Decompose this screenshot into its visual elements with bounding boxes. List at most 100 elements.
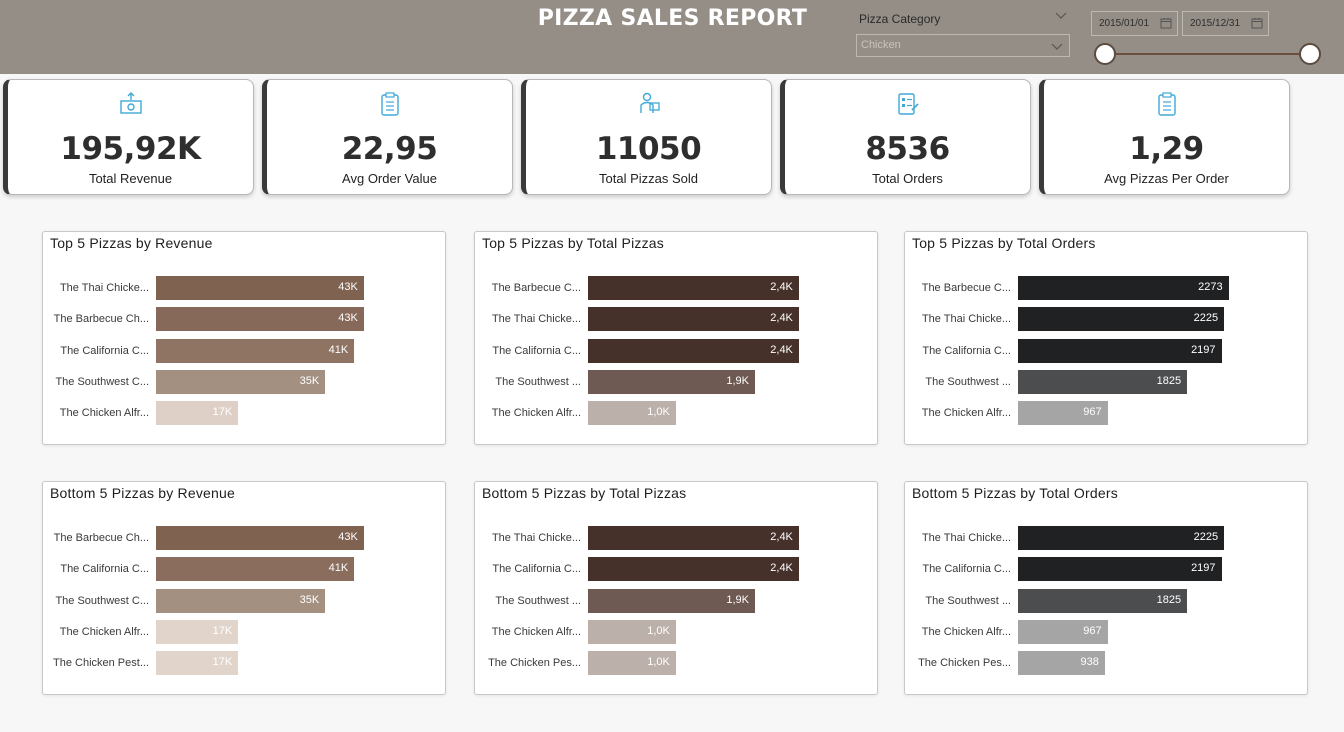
bar[interactable]: 1825 xyxy=(1018,588,1188,613)
bar-value-label: 2197 xyxy=(1191,343,1216,356)
category-label: The Chicken Pes... xyxy=(488,657,581,670)
category-label: The California C... xyxy=(492,344,581,357)
bar-row[interactable]: The Southwest C... 35K xyxy=(43,369,445,394)
bar[interactable]: 2225 xyxy=(1018,526,1225,550)
category-slicer-dropdown[interactable]: Chicken xyxy=(856,34,1070,57)
bar-row[interactable]: The Thai Chicke... 43K xyxy=(43,276,445,300)
bar-row[interactable]: The Southwest ... 1,9K xyxy=(475,588,877,613)
chart-top5-total-pizzas[interactable]: Top 5 Pizzas by Total Pizzas The Barbecu… xyxy=(474,231,878,445)
chart-top5-revenue[interactable]: Top 5 Pizzas by Revenue The Thai Chicke.… xyxy=(42,231,446,445)
chevron-down-icon xyxy=(1051,43,1063,50)
chart-bottom5-total-orders[interactable]: Bottom 5 Pizzas by Total Orders The Thai… xyxy=(904,481,1308,695)
bar[interactable]: 2,4K xyxy=(588,557,799,582)
bar-value-label: 17K xyxy=(212,624,233,637)
bar[interactable]: 41K xyxy=(156,338,355,363)
bar-row[interactable]: The California C... 2,4K xyxy=(475,557,877,582)
kpi-label: Total Pizzas Sold xyxy=(599,171,698,186)
chart-bottom5-total-pizzas[interactable]: Bottom 5 Pizzas by Total Pizzas The Thai… xyxy=(474,481,878,695)
chart-title: Top 5 Pizzas by Revenue xyxy=(50,235,213,251)
bar-row[interactable]: The Chicken Pes... 1,0K xyxy=(475,651,877,676)
bar[interactable]: 1,9K xyxy=(588,588,755,613)
bar[interactable]: 43K xyxy=(156,276,364,300)
chart-title: Bottom 5 Pizzas by Revenue xyxy=(50,485,235,501)
bar-row[interactable]: The Chicken Alfr... 967 xyxy=(905,401,1307,426)
bar[interactable]: 1825 xyxy=(1018,369,1188,394)
kpi-total-pizzas-sold: 11050 Total Pizzas Sold xyxy=(521,79,772,195)
bar[interactable]: 1,9K xyxy=(588,369,755,394)
date-slider-start-handle[interactable] xyxy=(1094,43,1116,65)
bar[interactable]: 43K xyxy=(156,526,364,550)
kpi-value: 1,29 xyxy=(1129,131,1204,167)
bar[interactable]: 2273 xyxy=(1018,276,1229,300)
bar[interactable]: 43K xyxy=(156,307,364,332)
chart-top5-total-orders[interactable]: Top 5 Pizzas by Total Orders The Barbecu… xyxy=(904,231,1308,445)
date-range-slider-track[interactable] xyxy=(1106,53,1309,55)
bar[interactable]: 2197 xyxy=(1018,557,1222,582)
bar[interactable]: 1,0K xyxy=(588,651,676,676)
calendar-icon xyxy=(1251,18,1263,29)
bar-row[interactable]: The Chicken Alfr... 1,0K xyxy=(475,401,877,426)
bar-row[interactable]: The Thai Chicke... 2,4K xyxy=(475,307,877,332)
bar-row[interactable]: The Thai Chicke... 2,4K xyxy=(475,526,877,550)
bar[interactable]: 17K xyxy=(156,651,239,676)
bar-row[interactable]: The Barbecue C... 2273 xyxy=(905,276,1307,300)
bar-row[interactable]: The Thai Chicke... 2225 xyxy=(905,526,1307,550)
bar-row[interactable]: The Chicken Alfr... 1,0K xyxy=(475,619,877,644)
bar[interactable]: 967 xyxy=(1018,619,1108,644)
bar-value-label: 938 xyxy=(1080,656,1099,669)
category-label: The Chicken Alfr... xyxy=(59,625,149,638)
category-slicer-value: Chicken xyxy=(861,39,901,51)
bar[interactable]: 2,4K xyxy=(588,307,799,332)
bar[interactable]: 967 xyxy=(1018,401,1108,426)
bar-value-label: 2273 xyxy=(1198,281,1223,293)
end-date-input[interactable]: 2015/12/31 xyxy=(1182,11,1269,36)
bar-row[interactable]: The California C... 2197 xyxy=(905,338,1307,363)
bar-value-label: 2,4K xyxy=(770,343,793,356)
bar[interactable]: 2,4K xyxy=(588,338,799,363)
bar-row[interactable]: The Chicken Alfr... 967 xyxy=(905,619,1307,644)
bar-row[interactable]: The Southwest ... 1825 xyxy=(905,588,1307,613)
clipboard-icon xyxy=(1157,92,1176,116)
date-slider-end-handle[interactable] xyxy=(1299,43,1321,65)
bar-row[interactable]: The Southwest C... 35K xyxy=(43,588,445,613)
chevron-down-icon[interactable] xyxy=(1054,8,1068,22)
bar-value-label: 2,4K xyxy=(770,312,793,325)
category-label: The Thai Chicke... xyxy=(921,313,1011,326)
bar-row[interactable]: The Southwest ... 1825 xyxy=(905,369,1307,394)
bar[interactable]: 35K xyxy=(156,369,326,394)
bar-row[interactable]: The California C... 41K xyxy=(43,557,445,582)
bar[interactable]: 41K xyxy=(156,557,355,582)
bar[interactable]: 2,4K xyxy=(588,276,799,300)
bar-row[interactable]: The Chicken Pes... 938 xyxy=(905,651,1307,676)
bar-row[interactable]: The Barbecue Ch... 43K xyxy=(43,526,445,550)
bar[interactable]: 2,4K xyxy=(588,526,799,550)
start-date-value: 2015/01/01 xyxy=(1099,18,1150,29)
bar[interactable]: 1,0K xyxy=(588,619,676,644)
bar[interactable]: 35K xyxy=(156,588,326,613)
bar-row[interactable]: The Chicken Alfr... 17K xyxy=(43,619,445,644)
category-label: The Chicken Alfr... xyxy=(59,407,149,420)
bar-row[interactable]: The California C... 2,4K xyxy=(475,338,877,363)
bar-row[interactable]: The Chicken Alfr... 17K xyxy=(43,401,445,426)
bar[interactable]: 2225 xyxy=(1018,307,1225,332)
bar-row[interactable]: The California C... 2197 xyxy=(905,557,1307,582)
bar[interactable]: 17K xyxy=(156,619,239,644)
category-label: The Chicken Pest... xyxy=(53,657,149,670)
category-label: The Barbecue Ch... xyxy=(53,532,149,544)
bar[interactable]: 17K xyxy=(156,401,239,426)
bar[interactable]: 1,0K xyxy=(588,401,676,426)
bar-row[interactable]: The Chicken Pest... 17K xyxy=(43,651,445,676)
start-date-input[interactable]: 2015/01/01 xyxy=(1091,11,1178,36)
chart-bottom5-revenue[interactable]: Bottom 5 Pizzas by Revenue The Barbecue … xyxy=(42,481,446,695)
bar-row[interactable]: The Barbecue C... 2,4K xyxy=(475,276,877,300)
bar-row[interactable]: The Thai Chicke... 2225 xyxy=(905,307,1307,332)
kpi-total-orders: 8536 Total Orders xyxy=(780,79,1031,195)
chart-title: Bottom 5 Pizzas by Total Orders xyxy=(912,485,1118,501)
bar-row[interactable]: The Southwest ... 1,9K xyxy=(475,369,877,394)
bar[interactable]: 2197 xyxy=(1018,338,1222,363)
bar-value-label: 43K xyxy=(338,531,358,543)
bar-value-label: 1,0K xyxy=(647,624,670,637)
bar-row[interactable]: The Barbecue Ch... 43K xyxy=(43,307,445,332)
bar-row[interactable]: The California C... 41K xyxy=(43,338,445,363)
bar[interactable]: 938 xyxy=(1018,651,1105,676)
